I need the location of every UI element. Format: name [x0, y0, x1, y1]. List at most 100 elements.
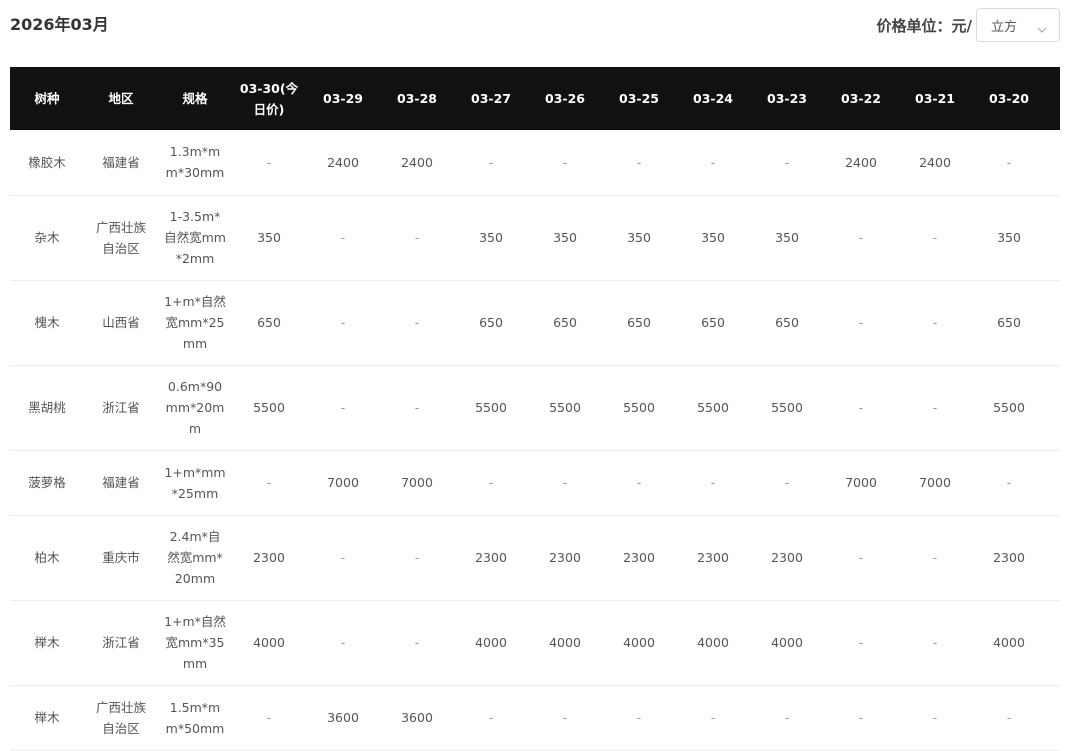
- table-header-row: 树种 地区 规格 03-30(今日价) 03-29 03-28 03-27 03-26 03-2…: [10, 67, 1060, 130]
- species-cell: 榉木: [10, 685, 84, 751]
- month-title: 2026年03月: [10, 15, 109, 34]
- price-cell: 2300: [972, 515, 1046, 601]
- table-row: 槐木 山西省 1+m*自然宽mm*25mm 650- -650 650 650 650 650-…: [10, 280, 1060, 366]
- price-cell: -: [824, 365, 898, 451]
- price-cell: 650: [1046, 280, 1060, 366]
- price-cell: -: [380, 280, 454, 366]
- region-cell: 浙江省: [84, 600, 158, 686]
- price-cell: -: [380, 600, 454, 686]
- table-row: 菠萝格 福建省 1+m*mm*25mm -7000 7000- - - - -7000 7000-…: [10, 450, 1060, 516]
- price-cell: 650: [602, 280, 676, 366]
- price-cell: -: [306, 515, 380, 601]
- price-cell: 3600: [306, 685, 380, 751]
- price-cell: 4000: [454, 600, 528, 686]
- price-cell: 2400: [306, 130, 380, 196]
- price-cell: -: [528, 130, 602, 196]
- price-cell: 350: [602, 195, 676, 281]
- price-cell: -: [528, 685, 602, 751]
- price-cell: -: [824, 280, 898, 366]
- unit-select-value: 立方: [991, 19, 1018, 35]
- price-cell: 2300: [454, 515, 528, 601]
- price-cell: 4000: [232, 600, 306, 686]
- price-cell: 2400: [824, 130, 898, 196]
- price-cell: -: [380, 195, 454, 281]
- table-body: 橡胶木 福建省 1.3m*mm*30mm -2400 2400- - - - -2400 2400…: [10, 130, 1060, 751]
- price-cell: 4000: [528, 600, 602, 686]
- column-header: 03-22: [841, 91, 881, 106]
- price-cell: -: [898, 365, 972, 451]
- table-row: 橡胶木 福建省 1.3m*mm*30mm -2400 2400- - - - -2400 2400…: [10, 130, 1060, 196]
- price-cell: 5500: [454, 365, 528, 451]
- spec-cell: 1-3.5m*自然宽mm*2mm: [158, 195, 232, 281]
- column-header: 03-25: [619, 91, 659, 106]
- price-cell: 650: [232, 280, 306, 366]
- price-cell: 7000: [824, 450, 898, 516]
- price-cell: 650: [750, 280, 824, 366]
- price-table-container[interactable]: 树种 地区 规格 03-30(今日价) 03-29 03-28 03-27 03-26 03-2…: [10, 67, 1060, 751]
- species-cell: 黑胡桃: [10, 365, 84, 451]
- price-cell: -: [454, 450, 528, 516]
- price-cell: -: [972, 450, 1046, 516]
- price-cell: 7000: [380, 450, 454, 516]
- price-cell: 5500: [676, 365, 750, 451]
- price-cell: -: [750, 685, 824, 751]
- column-header: 03-28: [397, 91, 437, 106]
- price-cell: -: [306, 195, 380, 281]
- table-row: 杂木 广西壮族自治区 1-3.5m*自然宽mm*2mm 350- -350 350 350 3…: [10, 195, 1060, 281]
- unit-select[interactable]: 立方: [976, 8, 1060, 42]
- price-cell: -: [972, 130, 1046, 196]
- price-cell: 350: [232, 195, 306, 281]
- region-cell: 广西壮族自治区: [84, 685, 158, 751]
- price-cell: -: [676, 130, 750, 196]
- column-header: 地区: [108, 91, 134, 106]
- price-cell: 2300: [602, 515, 676, 601]
- price-cell: -: [972, 685, 1046, 751]
- price-cell: 350: [676, 195, 750, 281]
- price-cell: -: [824, 685, 898, 751]
- species-cell: 柏木: [10, 515, 84, 601]
- price-cell: -: [898, 685, 972, 751]
- column-header: 03-21: [915, 91, 955, 106]
- price-cell: -: [602, 450, 676, 516]
- table-header: 树种 地区 规格 03-30(今日价) 03-29 03-28 03-27 03-26 03-2…: [10, 67, 1060, 130]
- column-header: 03-19: [1046, 67, 1060, 130]
- spec-cell: 1+m*自然宽mm*35mm: [158, 600, 232, 686]
- price-cell: -: [380, 515, 454, 601]
- price-cell: -: [1046, 450, 1060, 516]
- price-cell: -: [232, 450, 306, 516]
- price-cell: 350: [1046, 195, 1060, 281]
- price-cell: 650: [676, 280, 750, 366]
- price-cell: -: [898, 195, 972, 281]
- price-cell: 650: [528, 280, 602, 366]
- column-header: 03-20: [989, 91, 1029, 106]
- price-cell: 3600: [380, 685, 454, 751]
- price-cell: 4000: [972, 600, 1046, 686]
- price-table: 树种 地区 规格 03-30(今日价) 03-29 03-28 03-27 03-26 03-2…: [10, 67, 1060, 751]
- spec-cell: 1.3m*mm*30mm: [158, 130, 232, 196]
- table-row: 柏木 重庆市 2.4m*自然宽mm*20mm 2300- -2300 2300 2300 23…: [10, 515, 1060, 601]
- price-cell: -: [1046, 130, 1060, 196]
- price-cell: -: [898, 515, 972, 601]
- price-cell: 5500: [528, 365, 602, 451]
- price-cell: -: [824, 515, 898, 601]
- region-cell: 福建省: [84, 130, 158, 196]
- price-cell: 350: [972, 195, 1046, 281]
- column-header: 规格: [182, 91, 208, 106]
- price-cell: -: [602, 130, 676, 196]
- price-cell: -: [602, 685, 676, 751]
- price-cell: 2300: [676, 515, 750, 601]
- species-cell: 榉木: [10, 600, 84, 686]
- species-cell: 槐木: [10, 280, 84, 366]
- spec-cell: 2.4m*自然宽mm*20mm: [158, 515, 232, 601]
- price-cell: 5500: [602, 365, 676, 451]
- spec-cell: 1+m*mm*25mm: [158, 450, 232, 516]
- column-header: 03-26: [545, 91, 585, 106]
- price-cell: -: [232, 130, 306, 196]
- price-cell: -: [824, 600, 898, 686]
- price-cell: -: [306, 365, 380, 451]
- price-cell: -: [676, 450, 750, 516]
- table-row: 榉木 浙江省 1+m*自然宽mm*35mm 4000- -4000 4000 4000 400…: [10, 600, 1060, 686]
- price-cell: -: [898, 280, 972, 366]
- price-cell: 650: [454, 280, 528, 366]
- price-page: 2026年03月 价格单位：元/ 立方 树种 地区 规格 03-30(今日价) 03-2…: [0, 0, 1080, 751]
